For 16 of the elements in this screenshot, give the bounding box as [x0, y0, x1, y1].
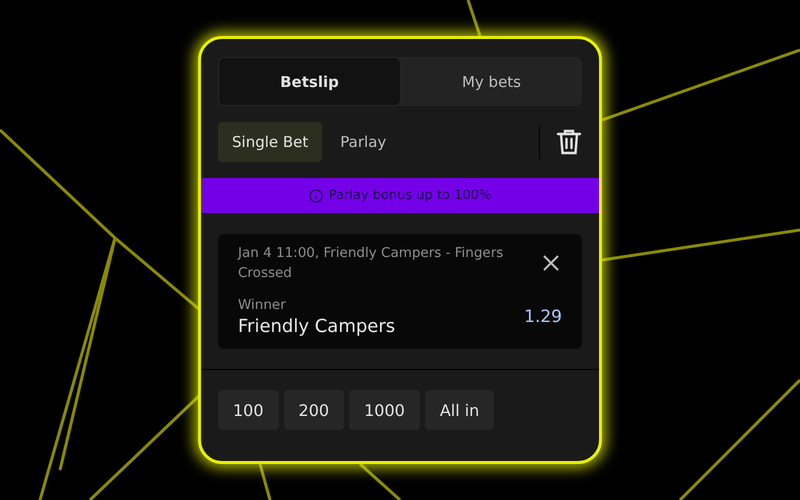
- close-icon[interactable]: [542, 254, 560, 272]
- tab[interactable]: Betslip: [218, 57, 401, 106]
- odds-value: 1.29: [524, 307, 562, 327]
- stake-button[interactable]: 200: [284, 390, 344, 430]
- market-label: Winner: [238, 297, 287, 313]
- stake-button[interactable]: 1000: [349, 390, 420, 430]
- selection-name: Friendly Campers: [238, 316, 396, 337]
- trash-icon[interactable]: [556, 128, 582, 156]
- stake-button[interactable]: 100: [218, 390, 279, 430]
- bet-type-button[interactable]: Parlay: [326, 122, 400, 162]
- bonus-text: Parlay bonus up to 100%: [328, 188, 492, 203]
- stake-button[interactable]: All in: [424, 390, 494, 430]
- info-icon: [308, 188, 323, 202]
- event-title: Jan 4 11:00, Friendly Campers - Fingers Crossed: [238, 244, 504, 283]
- tab[interactable]: My bets: [401, 57, 582, 106]
- bet-type-button[interactable]: Single Bet: [218, 122, 322, 162]
